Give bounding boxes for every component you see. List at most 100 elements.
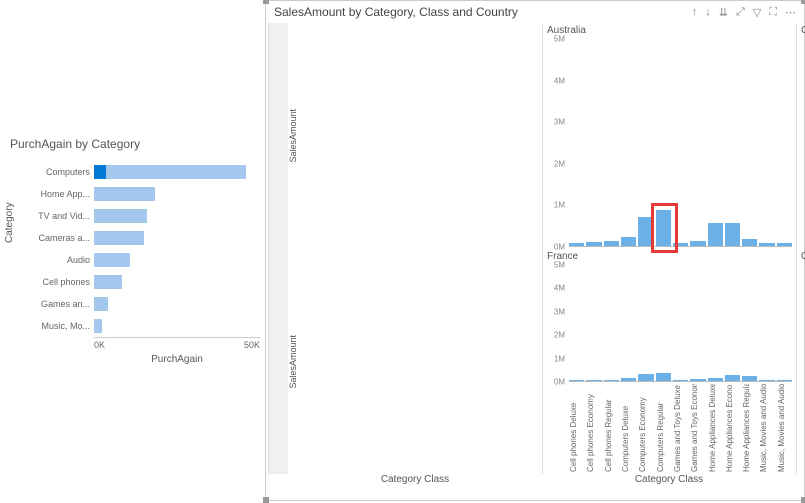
- x-tick-label: Home Appliances Regular: [742, 384, 757, 472]
- facet-title: Germany: [797, 249, 805, 264]
- x-tick-label: Cell phones Deluxe: [569, 384, 584, 472]
- drill-down-icon[interactable]: ↓: [705, 6, 711, 19]
- vertical-scrollbar[interactable]: [268, 23, 288, 474]
- bar[interactable]: [777, 243, 792, 245]
- facet-title: Canada: [797, 23, 805, 38]
- bar[interactable]: [759, 380, 774, 381]
- hbar-row[interactable]: TV and Vid...: [24, 205, 260, 227]
- y-tick: 4M: [554, 76, 565, 85]
- y-tick: 3M: [554, 307, 565, 316]
- facet-panel-australia[interactable]: Australia0M1M2M3M4M5M: [542, 23, 796, 249]
- y-tick: 0M: [554, 378, 565, 387]
- y-axis-label: SalesAmount: [288, 249, 542, 475]
- right-chart-title: SalesAmount by Category, Class and Count…: [274, 5, 518, 19]
- left-x-axis: 0K 50K: [94, 337, 260, 350]
- bar[interactable]: [742, 376, 757, 381]
- hbar-row[interactable]: Audio: [24, 249, 260, 271]
- bar[interactable]: [725, 223, 740, 246]
- hbar-label: Music, Mo...: [24, 321, 94, 331]
- hbar-label: Cameras a...: [24, 233, 94, 243]
- y-axis-label: SalesAmount: [288, 23, 542, 249]
- y-tick: 5M: [554, 35, 565, 44]
- bar[interactable]: [690, 241, 705, 246]
- x-tick: 50K: [244, 340, 260, 350]
- resize-handle[interactable]: [263, 497, 269, 503]
- hbar-row[interactable]: Cell phones: [24, 271, 260, 293]
- more-options-icon[interactable]: ⋯: [785, 6, 796, 19]
- bar[interactable]: [638, 374, 653, 381]
- bar[interactable]: [621, 237, 636, 245]
- facet-title: Australia: [543, 23, 796, 38]
- x-axis-label: Category Class: [542, 474, 796, 496]
- y-tick: 3M: [554, 118, 565, 127]
- expand-icon[interactable]: ⤢: [736, 6, 745, 19]
- x-tick-label: Cell phones Economy: [586, 384, 601, 472]
- bar[interactable]: [673, 380, 688, 381]
- resize-handle[interactable]: [801, 0, 805, 4]
- y-tick: 4M: [554, 284, 565, 293]
- resize-handle[interactable]: [263, 0, 269, 4]
- x-tick-label: Music, Movies and Audio...: [777, 384, 792, 472]
- facet-title: France: [543, 249, 796, 264]
- facet-panel-canada[interactable]: Canada0M1M2M3M4M5M: [796, 23, 802, 249]
- hbar-row[interactable]: Games an...: [24, 293, 260, 315]
- bar[interactable]: [690, 379, 705, 381]
- resize-handle[interactable]: [801, 497, 805, 503]
- x-tick-label: Computers Economy: [638, 384, 653, 472]
- bar[interactable]: [586, 380, 601, 381]
- chart-toolbar: ↑ ↓ ⇊ ⤢ ▽ ⛶ ⋯: [692, 6, 796, 19]
- left-x-axis-label: PurchAgain: [94, 354, 260, 365]
- bar[interactable]: [656, 373, 671, 381]
- bar[interactable]: [621, 378, 636, 381]
- x-tick-label: Games and Toys Deluxe: [673, 384, 688, 472]
- x-tick-label: Computers Deluxe: [621, 384, 636, 472]
- hbar-row[interactable]: Cameras a...: [24, 227, 260, 249]
- x-tick-label: Home Appliances Econo...: [725, 384, 740, 472]
- facet-panel-france[interactable]: France0M1M2M3M4M5MCell phones DeluxeCell…: [542, 249, 796, 475]
- hbar-label: Cell phones: [24, 277, 94, 287]
- x-tick-label: Home Appliances Deluxe: [708, 384, 723, 472]
- x-axis-label: Category Class: [288, 474, 542, 496]
- y-tick: 2M: [554, 331, 565, 340]
- bar[interactable]: [759, 243, 774, 245]
- bar[interactable]: [777, 380, 792, 381]
- x-tick-label: Computers Regular: [656, 384, 671, 472]
- hbar-label: Games an...: [24, 299, 94, 309]
- bar[interactable]: [656, 210, 671, 245]
- left-y-axis-label: Category: [4, 202, 15, 243]
- hbar-label: Home App...: [24, 189, 94, 199]
- hbar-row[interactable]: Computers: [24, 161, 260, 183]
- x-tick-label: Music, Movies and Audio...: [759, 384, 774, 472]
- hbar-label: Computers: [24, 167, 94, 177]
- facet-panel-germany[interactable]: Germany0M1M2M3M4M5MCell phones DeluxeCel…: [796, 249, 802, 475]
- x-tick-label: Games and Toys Economy: [690, 384, 705, 472]
- bar[interactable]: [604, 380, 619, 381]
- bar[interactable]: [638, 217, 653, 246]
- bar[interactable]: [673, 243, 688, 245]
- filter-icon[interactable]: ▽: [753, 6, 761, 19]
- drill-all-icon[interactable]: ⇊: [719, 6, 728, 19]
- bar[interactable]: [569, 380, 584, 381]
- y-tick: 1M: [554, 201, 565, 210]
- hbar-row[interactable]: Music, Mo...: [24, 315, 260, 337]
- bar[interactable]: [708, 223, 723, 246]
- hbar-chart[interactable]: Computers Home App... TV and Vid... Cameras…: [24, 161, 260, 337]
- hbar-row[interactable]: Home App...: [24, 183, 260, 205]
- bar[interactable]: [569, 243, 584, 245]
- x-tick: 0K: [94, 340, 105, 350]
- right-chart: SalesAmount by Category, Class and Count…: [265, 0, 805, 501]
- y-tick: 1M: [554, 354, 565, 363]
- focus-mode-icon[interactable]: ⛶: [769, 6, 777, 19]
- x-tick-label: Cell phones Regular: [604, 384, 619, 472]
- bar[interactable]: [725, 375, 740, 381]
- hbar-label: TV and Vid...: [24, 211, 94, 221]
- bar[interactable]: [742, 239, 757, 245]
- y-tick: 2M: [554, 159, 565, 168]
- hbar-label: Audio: [24, 255, 94, 265]
- bar[interactable]: [586, 242, 601, 245]
- left-chart-title: PurchAgain by Category: [10, 137, 260, 151]
- left-chart: PurchAgain by Category Category Computer…: [0, 0, 265, 501]
- bar[interactable]: [708, 378, 723, 381]
- drill-up-icon[interactable]: ↑: [692, 6, 698, 19]
- bar[interactable]: [604, 241, 619, 245]
